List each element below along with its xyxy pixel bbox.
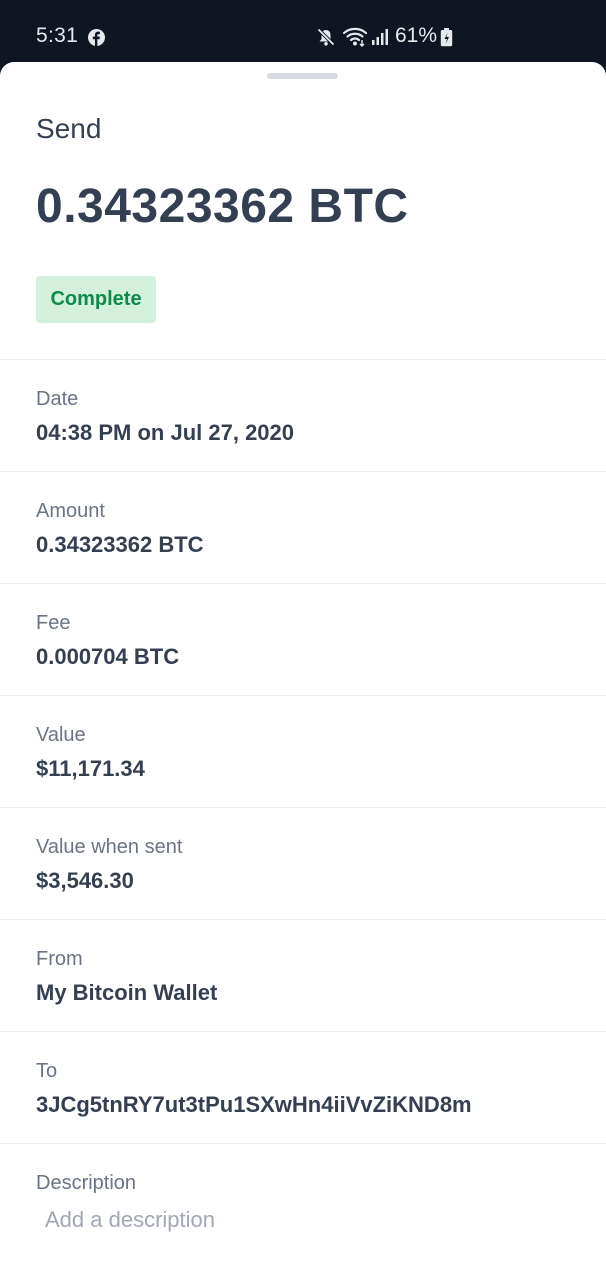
signal-icon: [372, 29, 388, 45]
detail-label: To: [36, 1060, 58, 1082]
transaction-details: Date 04:38 PM on Jul 27, 2020 Amount 0.3…: [0, 359, 606, 1255]
detail-row-fee: Fee 0.000704 BTC: [0, 583, 606, 695]
detail-row-value: Value $11,171.34: [0, 695, 606, 807]
description-input[interactable]: [36, 1198, 575, 1242]
detail-row-value-when-sent: Value when sent $3,546.30: [0, 807, 606, 919]
transaction-type-title: Send: [36, 113, 102, 144]
detail-value: 04:38 PM on Jul 27, 2020: [36, 420, 295, 445]
detail-row-from: From My Bitcoin Wallet: [0, 919, 606, 1031]
detail-label: Date: [36, 388, 79, 410]
transaction-amount: 0.34323362 BTC: [36, 180, 409, 233]
detail-value: 0.000704 BTC: [36, 644, 180, 669]
detail-row-to: To 3JCg5tnRY7ut3tPu1SXwHn4iiVvZiKND8m: [0, 1031, 606, 1143]
mute-icon: [317, 28, 335, 46]
detail-label: Value: [36, 724, 86, 746]
detail-value: 0.34323362 BTC: [36, 532, 204, 557]
detail-value: $3,546.30: [36, 868, 134, 893]
detail-row-description: Description: [0, 1143, 606, 1255]
facebook-icon: [88, 29, 105, 46]
destination-address: 3JCg5tnRY7ut3tPu1SXwHn4iiVvZiKND8m: [36, 1092, 472, 1117]
detail-label: Amount: [36, 500, 105, 522]
status-time: 5:31: [36, 24, 79, 47]
detail-row-date: Date 04:38 PM on Jul 27, 2020: [0, 359, 606, 471]
detail-label: Description: [36, 1172, 137, 1194]
detail-value: $11,171.34: [36, 756, 145, 781]
battery-icon: [440, 28, 453, 47]
detail-label: From: [36, 948, 83, 970]
sheet-drag-handle[interactable]: [267, 73, 338, 79]
detail-value: My Bitcoin Wallet: [36, 980, 218, 1005]
status-bar: 5:31 61%: [0, 0, 606, 62]
transaction-sheet: Send 0.34323362 BTC Complete Date 04:38 …: [0, 62, 606, 1280]
battery-percentage: 61%: [395, 24, 438, 47]
status-badge: Complete: [36, 276, 156, 323]
detail-label: Fee: [36, 612, 71, 634]
detail-row-amount: Amount 0.34323362 BTC: [0, 471, 606, 583]
wifi-icon: [342, 27, 368, 47]
detail-label: Value when sent: [36, 836, 183, 858]
